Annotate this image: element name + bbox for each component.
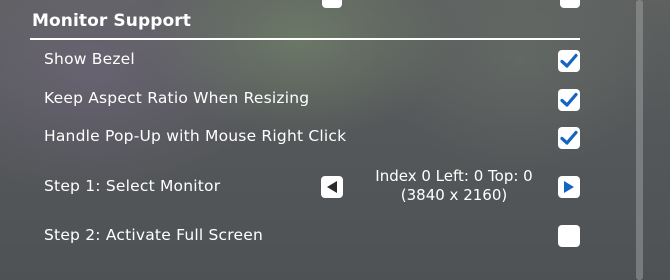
triangle-left-icon — [327, 181, 337, 193]
check-icon — [560, 92, 578, 107]
activate-full-screen-checkbox[interactable] — [558, 225, 580, 247]
section-title: Monitor Support — [32, 11, 192, 31]
section-divider — [30, 38, 580, 40]
handle-popup-label: Handle Pop-Up with Mouse Right Click — [44, 127, 347, 145]
previous-monitor-button[interactable] — [321, 176, 343, 198]
keep-aspect-ratio-label: Keep Aspect Ratio When Resizing — [44, 89, 310, 107]
vertical-scrollbar[interactable] — [636, 0, 643, 280]
previous-row-checkbox[interactable] — [322, 0, 342, 8]
select-monitor-label: Step 1: Select Monitor — [44, 177, 221, 195]
next-monitor-button[interactable] — [558, 176, 580, 198]
check-icon — [560, 130, 578, 145]
monitor-index-position: Index 0 Left: 0 Top: 0 — [375, 167, 533, 185]
activate-full-screen-label: Step 2: Activate Full Screen — [44, 226, 263, 244]
previous-row-checkbox[interactable] — [560, 0, 580, 8]
monitor-support-panel: Monitor Support Show Bezel Keep Aspect R… — [24, 0, 590, 280]
triangle-right-icon — [564, 181, 574, 193]
handle-popup-checkbox[interactable] — [558, 127, 580, 149]
monitor-info: Index 0 Left: 0 Top: 0 (3840 x 2160) — [354, 167, 554, 205]
show-bezel-checkbox[interactable] — [558, 50, 580, 72]
show-bezel-label: Show Bezel — [44, 50, 135, 68]
keep-aspect-ratio-checkbox[interactable] — [558, 89, 580, 111]
monitor-resolution: (3840 x 2160) — [400, 186, 508, 204]
check-icon — [560, 53, 578, 68]
